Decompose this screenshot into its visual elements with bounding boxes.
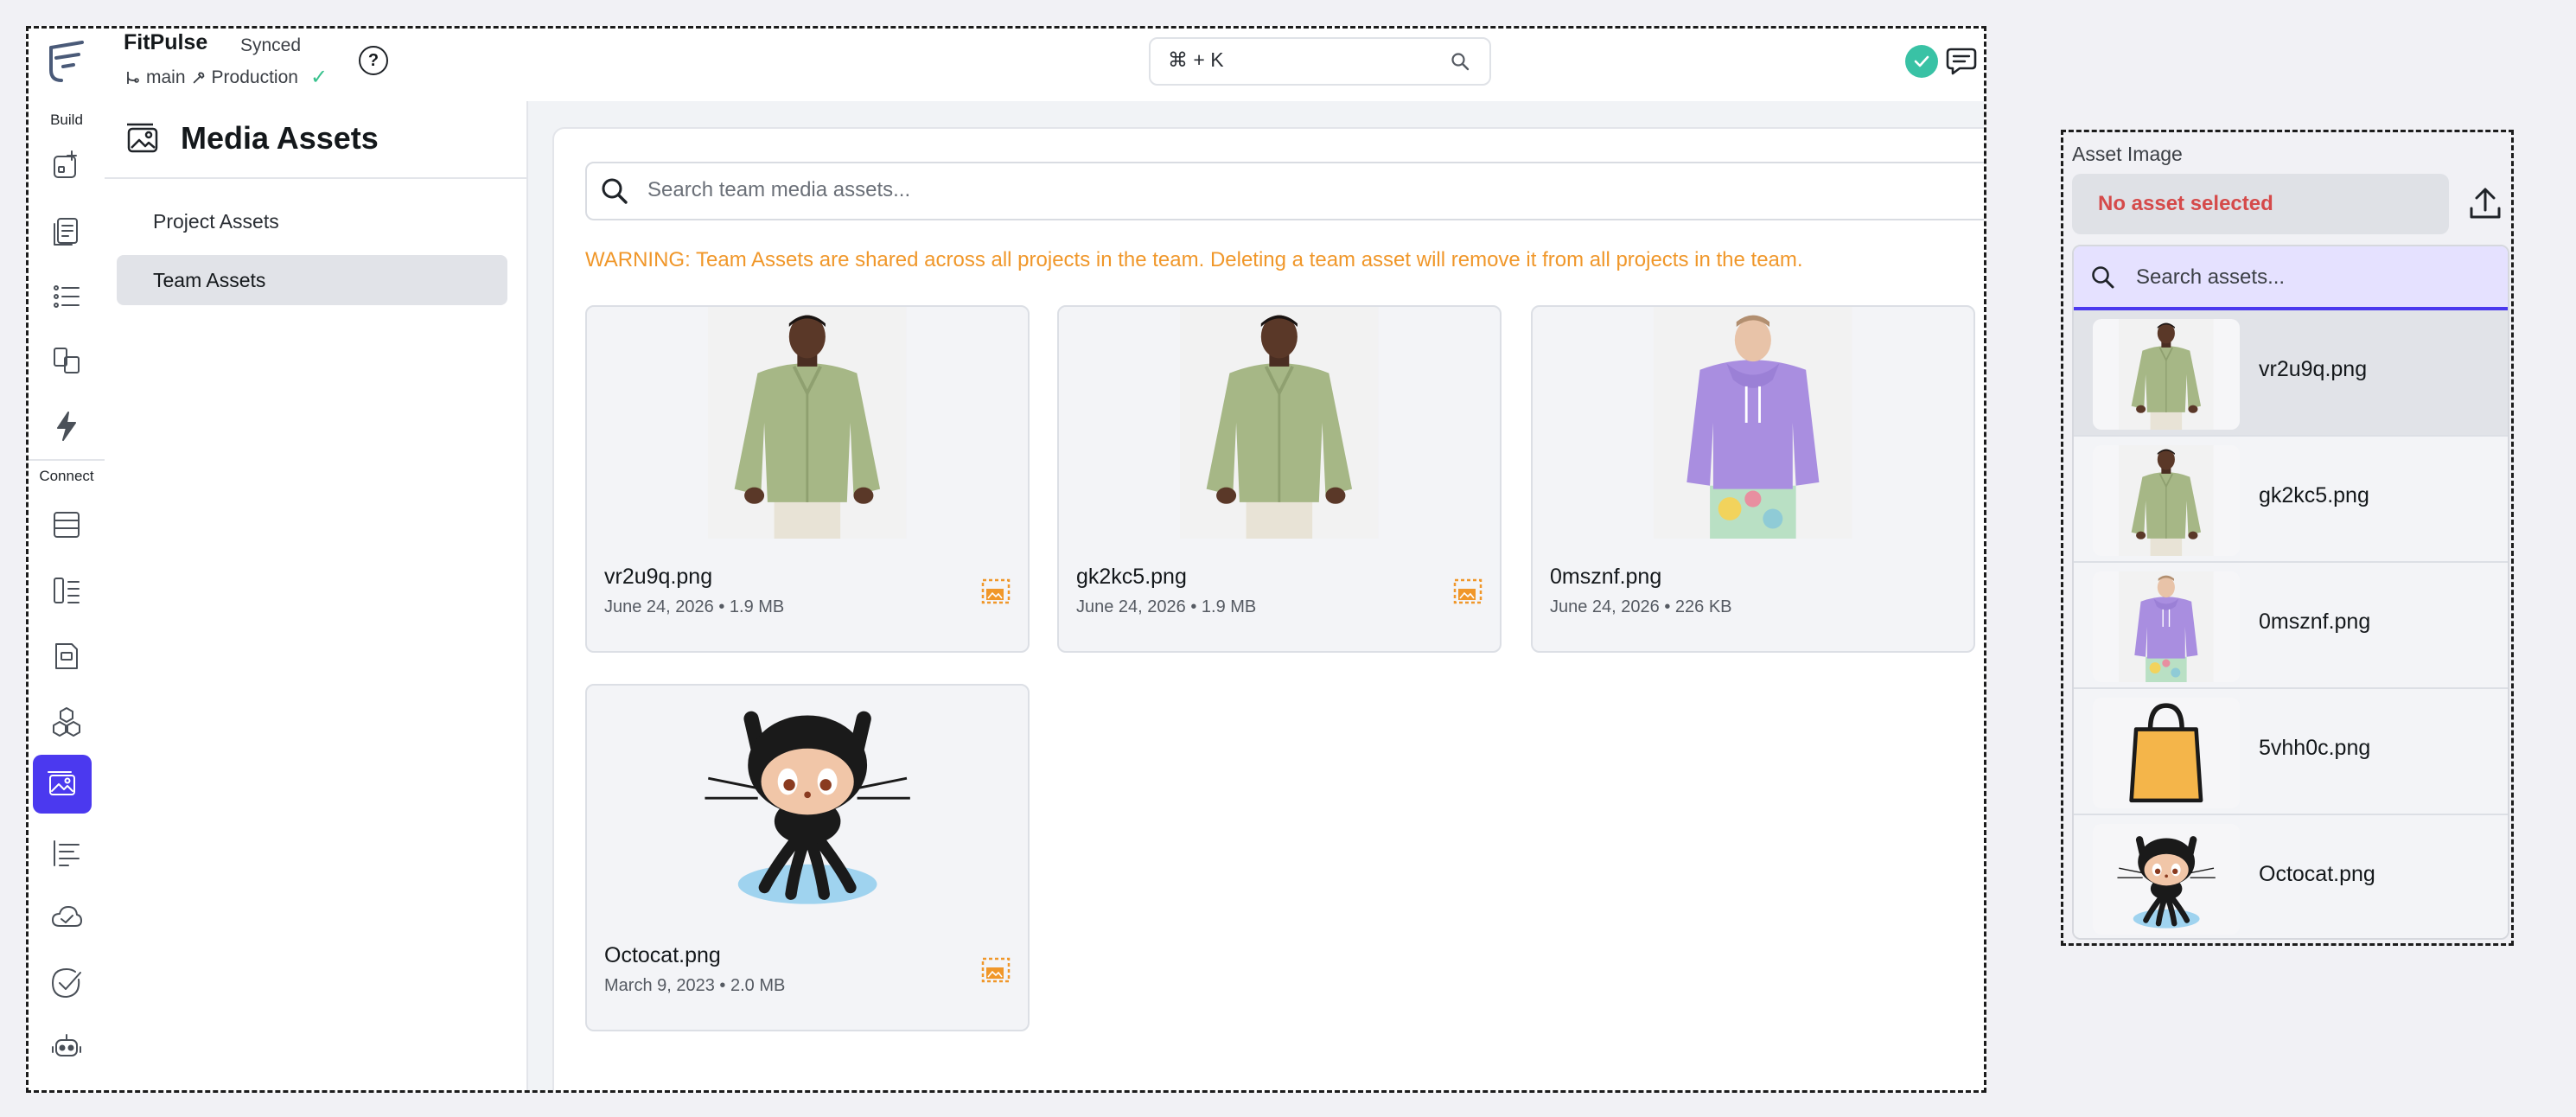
octocat-image: [2117, 836, 2216, 929]
purple-hoodie-image: [1654, 307, 1852, 539]
branch-name: main: [146, 67, 186, 87]
cloud-deploy-icon[interactable]: [42, 893, 91, 941]
asset-option[interactable]: 0msznf.png: [2074, 563, 2508, 689]
green-jacket-image: [2119, 319, 2214, 430]
responsive-icon[interactable]: [42, 336, 91, 385]
status-check-icon[interactable]: [1905, 45, 1938, 78]
search-icon: [1451, 53, 1470, 71]
image-type-icon: [981, 578, 1011, 604]
theme-align-icon[interactable]: [42, 829, 91, 878]
branch-info[interactable]: main Production ✓: [124, 65, 328, 90]
branch-icon: [127, 71, 139, 84]
asset-option-name: 0msznf.png: [2259, 610, 2371, 634]
asset-option-thumbnail: [2093, 571, 2240, 682]
asset-search-input[interactable]: Search assets...: [2074, 246, 2508, 310]
asset-option[interactable]: Octocat.png: [2074, 815, 2508, 938]
asset-meta: March 9, 2023 • 2.0 MB: [604, 976, 786, 995]
asset-card[interactable]: 0msznf.png June 24, 2026 • 226 KB: [1531, 305, 1975, 653]
app-logo-icon[interactable]: [44, 35, 89, 87]
image-type-icon: [981, 957, 1011, 983]
green-jacket-image: [708, 307, 907, 539]
assets-panel: Search team media assets... WARNING: Tea…: [552, 127, 1984, 1090]
asset-option-name: Octocat.png: [2259, 862, 2375, 886]
env-check-icon: ✓: [309, 66, 328, 89]
agent-robot-icon[interactable]: [42, 1023, 91, 1071]
green-jacket-image: [1180, 307, 1379, 539]
asset-option-thumbnail: [2093, 824, 2240, 935]
asset-thumbnail: [587, 307, 1028, 539]
asset-option-thumbnail: [2093, 698, 2240, 808]
help-button[interactable]: ?: [359, 46, 388, 75]
list-icon[interactable]: [42, 272, 91, 321]
add-page-icon[interactable]: [42, 141, 91, 189]
shopping-bag-image: [2129, 703, 2203, 803]
octocat-image: [705, 711, 910, 904]
top-bar: FitPulse Synced main Production ✓ ? ⌘ + …: [105, 29, 1984, 101]
media-assets-icon[interactable]: [33, 755, 92, 814]
asset-meta: June 24, 2026 • 226 KB: [1550, 597, 1732, 616]
main-content: Search team media assets... WARNING: Tea…: [528, 101, 1984, 1090]
asset-card[interactable]: Octocat.png March 9, 2023 • 2.0 MB: [585, 684, 1030, 1031]
image-type-icon: [1453, 578, 1482, 604]
asset-card[interactable]: gk2kc5.png June 24, 2026 • 1.9 MB: [1057, 305, 1502, 653]
asset-option-thumbnail: [2093, 319, 2240, 430]
test-check-icon[interactable]: [42, 959, 91, 1007]
documents-icon[interactable]: [42, 207, 91, 255]
page-title: Media Assets: [181, 120, 379, 156]
left-rail: Build Connect: [29, 29, 106, 1090]
project-name[interactable]: FitPulse: [124, 30, 207, 55]
asset-meta: June 24, 2026 • 1.9 MB: [604, 597, 785, 616]
chat-icon[interactable]: [1944, 44, 1979, 79]
asset-card[interactable]: vr2u9q.png June 24, 2026 • 1.9 MB: [585, 305, 1030, 653]
asset-option-thumbnail: [2093, 445, 2240, 556]
green-jacket-image: [2119, 445, 2214, 556]
database-icon[interactable]: [42, 501, 91, 549]
team-assets-warning: WARNING: Team Assets are shared across a…: [585, 248, 1803, 271]
sidebar-header: Media Assets: [105, 101, 526, 179]
rail-section-build: Build: [50, 112, 83, 128]
asset-dropdown-list: Search assets... vr2u9q.png gk2kc5.png 0…: [2072, 245, 2509, 940]
actions-lightning-icon[interactable]: [42, 402, 91, 450]
app-window: Build Connect FitPulse Synced main Produ…: [26, 26, 1986, 1093]
asset-option-name: gk2kc5.png: [2259, 483, 2369, 507]
environment-name: Production: [211, 67, 298, 87]
search-placeholder: Search team media assets...: [647, 178, 911, 201]
integrations-icon[interactable]: [42, 698, 91, 746]
upload-icon[interactable]: [2468, 184, 2503, 222]
api-calls-icon[interactable]: [42, 566, 91, 615]
search-icon: [602, 178, 628, 204]
asset-image-picker: Asset Image No asset selected Search ass…: [2061, 130, 2514, 946]
storage-folder-icon[interactable]: [42, 632, 91, 680]
rail-divider: [29, 459, 105, 461]
asset-name: gk2kc5.png: [1076, 565, 1187, 589]
sync-status: Synced: [240, 35, 302, 55]
asset-option[interactable]: 5vhh0c.png: [2074, 689, 2508, 815]
command-shortcut: ⌘ + K: [1168, 48, 1224, 71]
asset-thumbnail: [587, 686, 1028, 917]
sidebar-item-team-assets[interactable]: Team Assets: [117, 255, 507, 305]
asset-option-name: 5vhh0c.png: [2259, 736, 2371, 760]
asset-option[interactable]: gk2kc5.png: [2074, 437, 2508, 563]
asset-name: Octocat.png: [604, 943, 721, 967]
asset-name: vr2u9q.png: [604, 565, 713, 589]
media-assets-header-icon: [127, 123, 158, 153]
asset-name: 0msznf.png: [1550, 565, 1662, 589]
wrench-icon: [193, 72, 204, 83]
asset-option[interactable]: vr2u9q.png: [2074, 310, 2508, 437]
sidebar-item-project-assets[interactable]: Project Assets: [117, 196, 507, 246]
asset-option-name: vr2u9q.png: [2259, 357, 2368, 381]
team-assets-search-input[interactable]: Search team media assets...: [585, 162, 1984, 220]
no-asset-selected-text: No asset selected: [2098, 192, 2273, 215]
asset-thumbnail: [1533, 307, 1973, 539]
rail-section-connect: Connect: [39, 468, 94, 484]
asset-image-label: Asset Image: [2072, 143, 2183, 165]
search-icon: [2092, 266, 2114, 289]
asset-select-field[interactable]: No asset selected: [2072, 174, 2449, 234]
purple-hoodie-image: [2119, 571, 2214, 682]
asset-search-placeholder: Search assets...: [2136, 265, 2286, 289]
asset-meta: June 24, 2026 • 1.9 MB: [1076, 597, 1257, 616]
asset-thumbnail: [1059, 307, 1500, 539]
command-palette-button[interactable]: ⌘ + K: [1149, 37, 1491, 86]
media-assets-sidebar: Media Assets Project Assets Team Assets: [105, 101, 528, 1090]
